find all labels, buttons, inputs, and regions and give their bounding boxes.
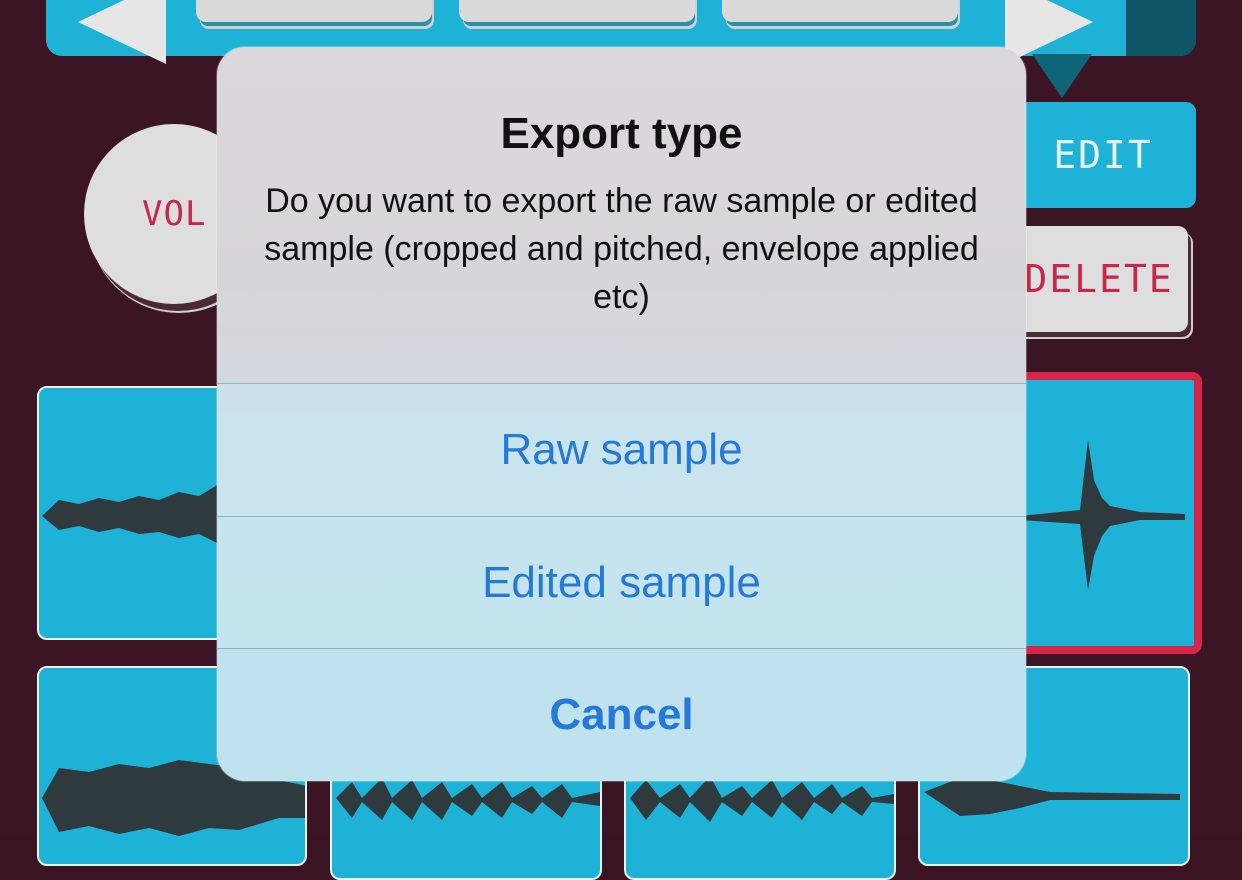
- previous-arrow-icon[interactable]: [78, 0, 166, 64]
- popover-pointer: [1032, 54, 1092, 98]
- edit-label: EDIT: [1053, 133, 1153, 177]
- delete-label: DELETE: [1024, 257, 1174, 301]
- raw-sample-button[interactable]: Raw sample: [217, 383, 1026, 516]
- dialog-header: Export type Do you want to export the ra…: [217, 47, 1026, 383]
- transport-button-2[interactable]: [459, 0, 695, 22]
- transport-end-cap: [1126, 0, 1196, 56]
- dialog-message: Do you want to export the raw sample or …: [264, 182, 979, 316]
- transport-button-3[interactable]: [722, 0, 958, 22]
- transport-button-1[interactable]: [196, 0, 432, 22]
- dialog-title: Export type: [500, 109, 743, 158]
- delete-button[interactable]: DELETE: [1010, 226, 1188, 332]
- volume-label: VOL: [142, 194, 207, 234]
- export-type-dialog: Export type Do you want to export the ra…: [217, 47, 1026, 781]
- edited-sample-button[interactable]: Edited sample: [217, 516, 1026, 649]
- edit-button[interactable]: EDIT: [1010, 102, 1196, 208]
- cancel-button[interactable]: Cancel: [217, 648, 1026, 781]
